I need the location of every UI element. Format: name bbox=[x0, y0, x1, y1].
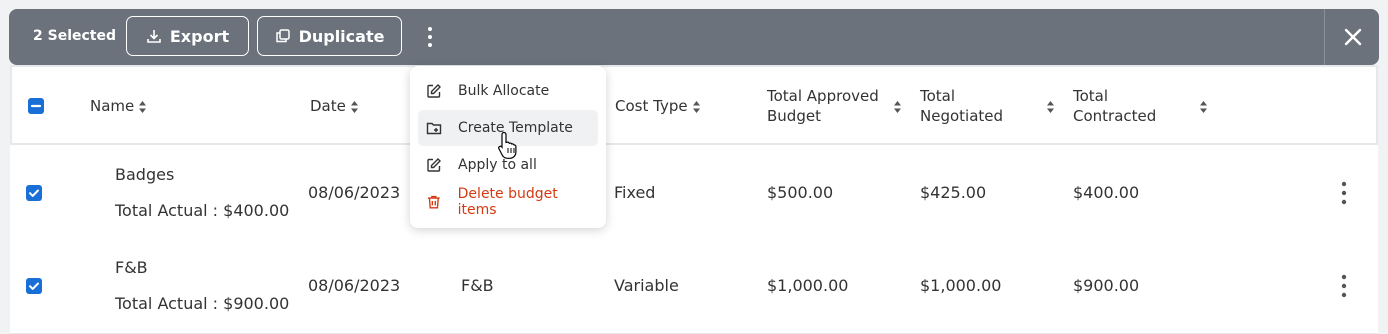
sort-icon[interactable] bbox=[893, 101, 902, 113]
table-row[interactable]: F&B Total Actual : $900.00 08/06/2023 F&… bbox=[10, 240, 1378, 334]
toolbar-divider bbox=[1324, 9, 1325, 65]
download-icon bbox=[147, 30, 161, 43]
hand-cursor-icon bbox=[498, 131, 517, 159]
row-more-icon[interactable] bbox=[1338, 272, 1350, 300]
row-total-actual: Total Actual : $400.00 bbox=[115, 201, 290, 220]
header-contracted-line1: Total bbox=[1073, 87, 1109, 105]
duplicate-button[interactable]: Duplicate bbox=[257, 16, 402, 56]
header-negotiated-line1: Total bbox=[920, 87, 956, 105]
select-all-checkbox[interactable] bbox=[28, 98, 44, 114]
table-row[interactable]: Badges Total Actual : $400.00 08/06/2023… bbox=[10, 147, 1378, 241]
bulk-action-toolbar: 2 Selected Export Duplicate bbox=[9, 9, 1379, 65]
row-checkbox[interactable] bbox=[26, 278, 42, 294]
row-contracted: $900.00 bbox=[1073, 276, 1140, 295]
header-negotiated[interactable]: Total Negotiated bbox=[920, 86, 1003, 126]
menu-item-bulk-allocate[interactable]: Bulk Allocate bbox=[418, 73, 598, 109]
row-negotiated: $1,000.00 bbox=[920, 276, 1002, 295]
row-cost-type: Variable bbox=[614, 276, 679, 295]
folder-add-icon bbox=[426, 122, 442, 135]
row-approved: $1,000.00 bbox=[767, 276, 849, 295]
header-date[interactable]: Date bbox=[310, 96, 359, 116]
header-cost-type-label: Cost Type bbox=[615, 97, 688, 115]
row-category: F&B bbox=[461, 276, 494, 295]
row-name: Badges bbox=[115, 165, 175, 184]
sort-icon[interactable] bbox=[138, 100, 147, 113]
header-name-label: Name bbox=[90, 97, 135, 115]
edit-icon bbox=[427, 158, 441, 172]
header-approved[interactable]: Total Approved Budget bbox=[767, 86, 879, 126]
header-approved-line1: Total Approved bbox=[767, 87, 879, 105]
row-date: 08/06/2023 bbox=[308, 183, 401, 202]
header-contracted[interactable]: Total Contracted bbox=[1073, 86, 1156, 126]
budget-table: Name Date Cost Type Total Approved Budge… bbox=[10, 65, 1378, 334]
row-date: 08/06/2023 bbox=[308, 276, 401, 295]
header-date-label: Date bbox=[310, 97, 346, 115]
header-cost-type[interactable]: Cost Type bbox=[615, 96, 701, 116]
row-name: F&B bbox=[115, 258, 148, 277]
more-actions-icon[interactable] bbox=[421, 23, 439, 51]
trash-icon bbox=[427, 195, 440, 209]
row-cost-type: Fixed bbox=[614, 183, 656, 202]
sort-icon[interactable] bbox=[1199, 101, 1208, 113]
close-icon[interactable] bbox=[1339, 23, 1367, 51]
row-more-icon[interactable] bbox=[1338, 179, 1350, 207]
table-header: Name Date Cost Type Total Approved Budge… bbox=[10, 65, 1378, 145]
row-total-actual: Total Actual : $900.00 bbox=[115, 294, 290, 313]
menu-item-delete-budget-items[interactable]: Delete budget items bbox=[418, 184, 598, 220]
menu-item-label: Bulk Allocate bbox=[458, 83, 550, 99]
header-negotiated-line2: Negotiated bbox=[920, 107, 1004, 125]
selected-count: 2 Selected bbox=[33, 28, 116, 44]
sort-icon[interactable] bbox=[692, 100, 701, 113]
edit-icon bbox=[427, 84, 441, 98]
sort-icon[interactable] bbox=[350, 100, 359, 113]
export-button[interactable]: Export bbox=[126, 16, 249, 56]
menu-item-label: Delete budget items bbox=[457, 186, 558, 218]
sort-icon[interactable] bbox=[1046, 101, 1055, 113]
row-approved: $500.00 bbox=[767, 183, 834, 202]
row-checkbox[interactable] bbox=[26, 185, 42, 201]
export-label: Export bbox=[169, 26, 230, 46]
row-contracted: $400.00 bbox=[1073, 183, 1140, 202]
duplicate-icon bbox=[275, 29, 290, 43]
header-name[interactable]: Name bbox=[90, 96, 147, 116]
header-contracted-line2: Contracted bbox=[1073, 107, 1157, 125]
row-negotiated: $425.00 bbox=[920, 183, 987, 202]
header-approved-line2: Budget bbox=[767, 107, 821, 125]
duplicate-label: Duplicate bbox=[298, 26, 385, 46]
